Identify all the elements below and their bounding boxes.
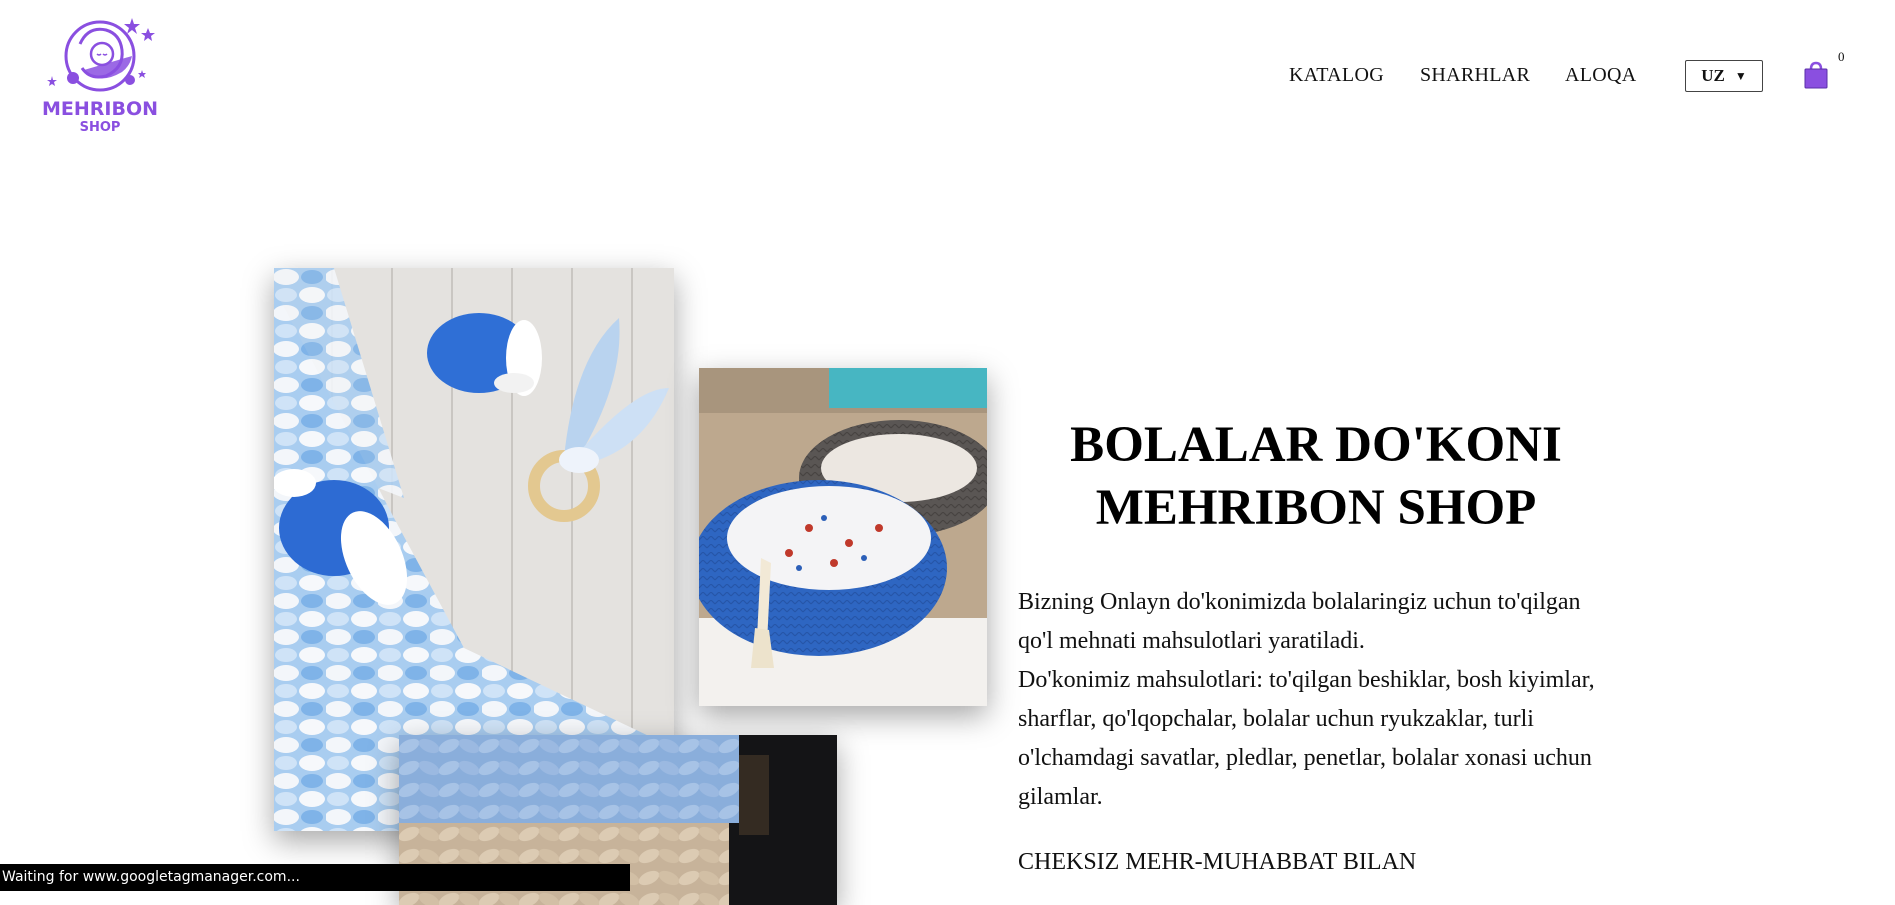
nav-aloqa[interactable]: ALOQA — [1565, 64, 1637, 87]
site-header: MEHRIBON SHOP KATALOG SHARHLAR ALOQA UZ … — [0, 0, 1895, 150]
shopping-bag-icon[interactable] — [1803, 61, 1829, 89]
nav-sharhlar-label[interactable]: SHARHLAR — [1420, 64, 1530, 86]
nav-aloqa-label[interactable]: ALOQA — [1565, 64, 1637, 86]
chevron-down-icon: ▼ — [1734, 68, 1747, 83]
hero-title-line2: MEHRIBON SHOP — [1095, 480, 1537, 536]
hero-tagline: CHEKSIZ MEHR-MUHABBAT BILAN — [1018, 849, 1417, 875]
crochet-basket-image — [699, 368, 987, 706]
baby-moon-logo-icon — [47, 18, 155, 92]
nav-katalog-label[interactable]: KATALOG — [1289, 64, 1384, 86]
brand-logo[interactable]: MEHRIBON SHOP — [40, 16, 160, 141]
brand-name: MEHRIBON — [41, 98, 159, 120]
nav-sharhlar[interactable]: SHARHLAR — [1420, 64, 1530, 87]
language-select[interactable]: UZ ▼ — [1685, 60, 1763, 92]
hero-title-line1: BOLALAR DO'KONI — [1070, 417, 1562, 473]
hero-paragraph-1: Bizning Onlayn do'konimizda bolalaringiz… — [1018, 589, 1581, 654]
brand-sub: SHOP — [79, 120, 121, 135]
nav-katalog[interactable]: KATALOG — [1289, 64, 1384, 87]
language-selected: UZ — [1701, 66, 1725, 85]
hero-paragraph-2: Do'konimiz mahsulotlari: to'qilgan beshi… — [1018, 667, 1595, 810]
browser-status-bar: Waiting for www.googletagmanager.com... — [0, 864, 630, 891]
cart-count: 0 — [1838, 49, 1845, 64]
hero-title: BOLALAR DO'KONI MEHRIBON SHOP — [1018, 414, 1614, 540]
hero-description: Bizning Onlayn do'konimizda bolalaringiz… — [1018, 583, 1618, 817]
